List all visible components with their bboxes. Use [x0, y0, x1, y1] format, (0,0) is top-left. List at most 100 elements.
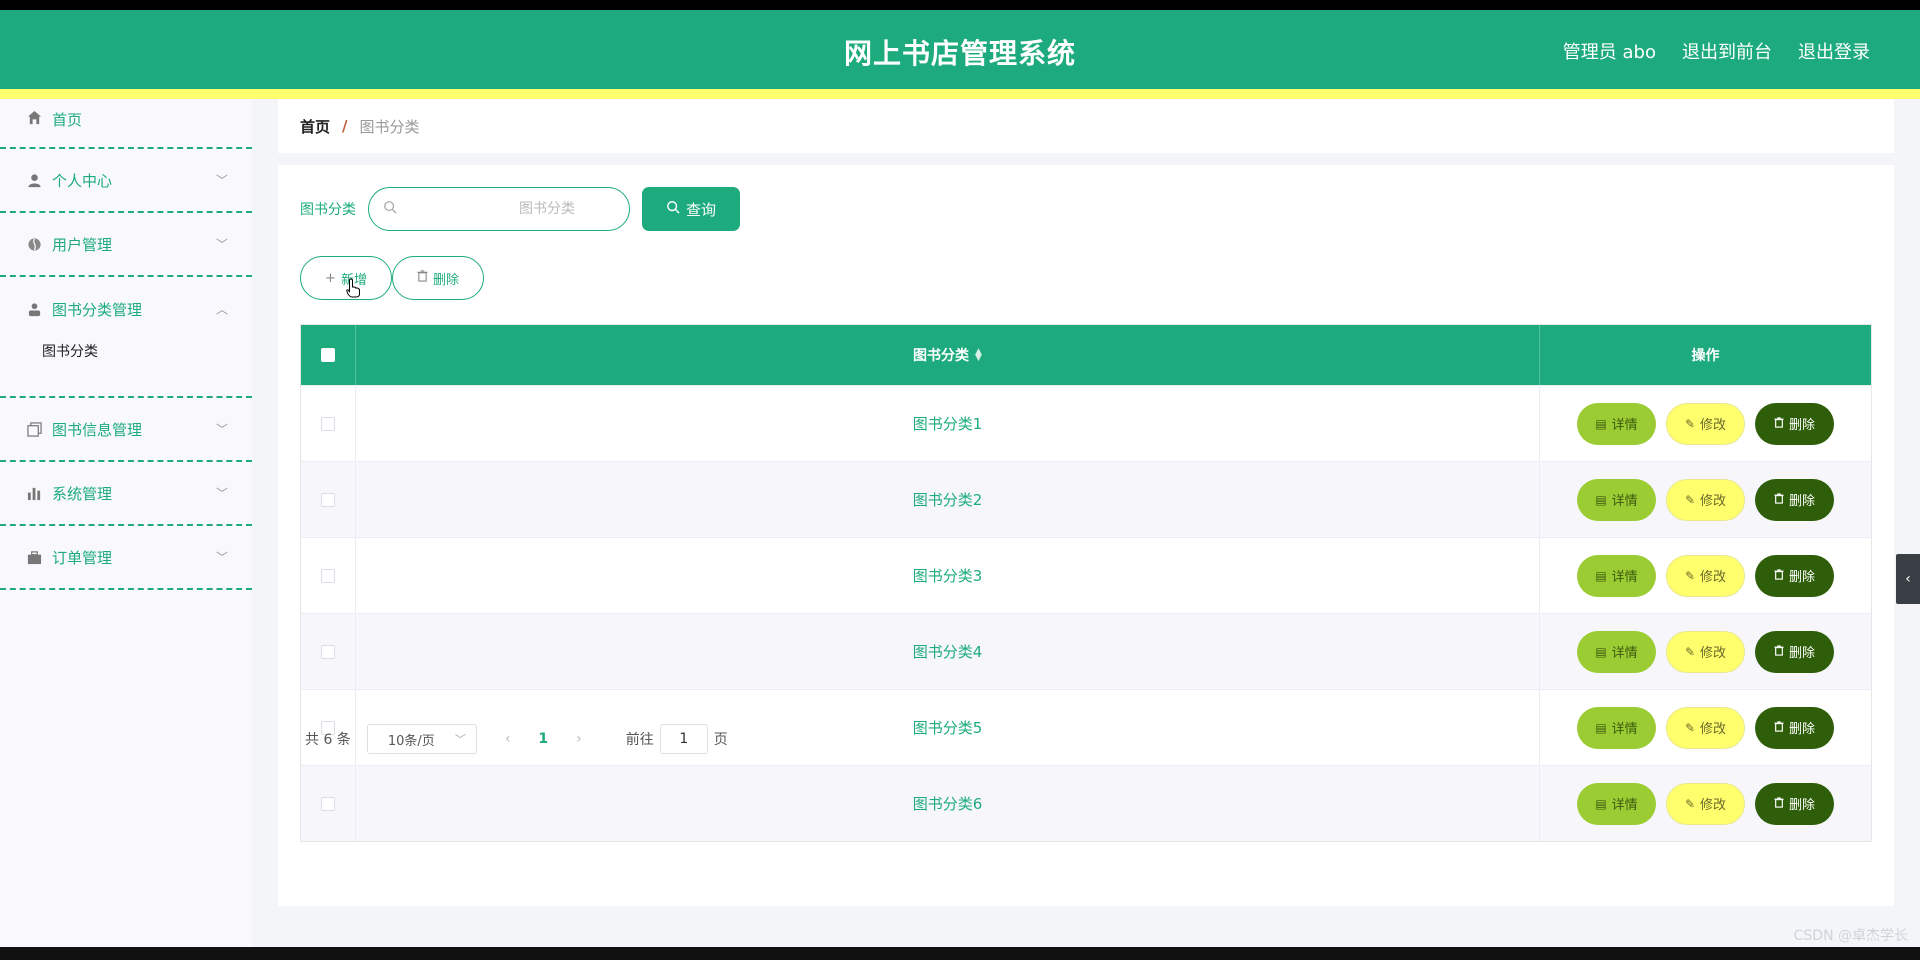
sidebar-item-home[interactable]: 首页 [0, 99, 252, 149]
collapse-toggle-icon[interactable]: ‹ [1896, 554, 1920, 604]
row-actions: ▤ 详情 ✎ 修改 删除 [1540, 538, 1871, 613]
batch-delete-button[interactable]: 删除 [392, 256, 484, 300]
sidebar-item-label: 个人中心 [52, 171, 113, 190]
row-actions: ▤ 详情 ✎ 修改 删除 [1540, 614, 1871, 689]
detail-button[interactable]: ▤ 详情 [1577, 630, 1656, 673]
page-body: 首页 个人中心 ﹀ 用户管理 ﹀ 图书分类管理 ︿ 图书分类 图书信息管理 ﹀ … [0, 99, 1920, 947]
main-content: 首页 / 图书分类 图书分类 查询 [252, 99, 1920, 947]
page-size-select[interactable]: 10条/页 ﹀ [366, 724, 477, 754]
edit-button[interactable]: ✎ 修改 [1666, 782, 1745, 825]
edit-button[interactable]: ✎ 修改 [1666, 478, 1745, 521]
sidebar-item-label: 用户管理 [52, 235, 113, 254]
search-input[interactable] [405, 201, 595, 217]
search-box[interactable] [368, 187, 630, 231]
sort-icon[interactable]: ▲ ▼ [975, 348, 982, 363]
row-check-cell [301, 462, 356, 537]
edit-button[interactable]: ✎ 修改 [1666, 402, 1745, 445]
sidebar-item-book-info-management[interactable]: 图书信息管理 ﹀ [0, 398, 252, 462]
document-icon: ▤ [1595, 644, 1607, 659]
chevron-down-icon: ﹀ [215, 550, 228, 565]
sidebar-item-user-management[interactable]: 用户管理 ﹀ [0, 213, 252, 277]
sidebar-item-personal-center[interactable]: 个人中心 ﹀ [0, 149, 252, 213]
select-all-cell [301, 325, 356, 385]
next-page-icon[interactable]: › [576, 731, 582, 747]
detail-button-label: 详情 [1611, 722, 1638, 737]
admin-user-link[interactable]: 管理员 abo [1563, 38, 1656, 64]
page-size-value: 10条/页 [387, 733, 435, 749]
edit-button[interactable]: ✎ 修改 [1666, 706, 1745, 749]
query-button[interactable]: 查询 [642, 187, 740, 231]
content-card: 图书分类 查询 + 新增 [278, 165, 1894, 906]
delete-button[interactable]: 删除 [1755, 706, 1834, 749]
delete-button-label: 删除 [1788, 722, 1815, 737]
delete-button[interactable]: 删除 [1755, 402, 1834, 445]
pencil-icon: ✎ [1684, 720, 1696, 735]
exit-to-frontend-link[interactable]: 退出到前台 [1682, 38, 1772, 64]
delete-button[interactable]: 删除 [1755, 782, 1834, 825]
delete-button-label: 删除 [1788, 646, 1815, 661]
home-icon [26, 109, 42, 125]
select-all-checkbox[interactable] [321, 348, 335, 362]
trash-icon [1774, 568, 1784, 583]
header-stripe [0, 89, 1920, 99]
trash-icon [417, 270, 428, 286]
chevron-down-icon: ﹀ [215, 173, 228, 188]
header-links: 管理员 abo 退出到前台 退出登录 [1563, 38, 1870, 64]
query-button-label: 查询 [685, 200, 716, 219]
delete-button-label: 删除 [1788, 418, 1815, 433]
pencil-icon: ✎ [1684, 416, 1696, 431]
trash-icon [1774, 416, 1784, 431]
table-row: 图书分类4 ▤ 详情 ✎ 修改 删除 [301, 613, 1871, 689]
column-header-category[interactable]: 图书分类 ▲ ▼ [356, 325, 1540, 385]
detail-button[interactable]: ▤ 详情 [1577, 706, 1656, 749]
sidebar-item-system-management[interactable]: 系统管理 ﹀ [0, 462, 252, 526]
category-cell: 图书分类2 [356, 462, 1540, 537]
search-icon [666, 200, 680, 218]
sidebar-item-category-management[interactable]: 图书分类管理 ︿ [0, 277, 252, 341]
sidebar-subitem-book-category[interactable]: 图书分类 [0, 341, 252, 396]
breadcrumb-separator: / [342, 117, 348, 135]
pagination: 共 6 条 10条/页 ﹀ ‹ 1 › 前往 页 [305, 724, 728, 754]
detail-button-label: 详情 [1611, 646, 1638, 661]
edit-button-label: 修改 [1700, 494, 1727, 509]
row-check-cell [301, 538, 356, 613]
chevron-down-icon: ﹀ [454, 733, 466, 746]
page-number[interactable]: 1 [538, 731, 548, 747]
prev-page-icon[interactable]: ‹ [505, 731, 511, 747]
breadcrumb-home[interactable]: 首页 [300, 116, 330, 137]
detail-button[interactable]: ▤ 详情 [1577, 554, 1656, 597]
delete-button[interactable]: 删除 [1755, 478, 1834, 521]
search-bar: 图书分类 查询 [300, 187, 740, 231]
detail-button[interactable]: ▤ 详情 [1577, 478, 1656, 521]
edit-button-label: 修改 [1700, 722, 1727, 737]
top-header: 网上书店管理系统 管理员 abo 退出到前台 退出登录 [0, 10, 1920, 89]
row-checkbox[interactable] [321, 492, 335, 507]
detail-button[interactable]: ▤ 详情 [1577, 402, 1656, 445]
row-actions: ▤ 详情 ✎ 修改 删除 [1540, 690, 1871, 765]
row-checkbox[interactable] [321, 416, 335, 431]
logout-link[interactable]: 退出登录 [1798, 38, 1870, 64]
sidebar-item-order-management[interactable]: 订单管理 ﹀ [0, 526, 252, 590]
row-actions: ▤ 详情 ✎ 修改 删除 [1540, 386, 1871, 461]
document-icon: ▤ [1595, 720, 1607, 735]
detail-button[interactable]: ▤ 详情 [1577, 782, 1656, 825]
detail-button-label: 详情 [1611, 494, 1638, 509]
goto-page-input[interactable] [659, 724, 708, 754]
bar-chart-icon [26, 485, 42, 501]
action-toolbar: + 新增 删除 [300, 256, 484, 300]
edit-button-label: 修改 [1700, 646, 1727, 661]
row-checkbox[interactable] [321, 644, 335, 659]
row-checkbox[interactable] [321, 796, 335, 811]
chevron-up-icon: ︿ [215, 302, 228, 317]
trash-icon [1774, 492, 1784, 507]
search-label: 图书分类 [300, 202, 356, 218]
row-checkbox[interactable] [321, 568, 335, 583]
edit-button[interactable]: ✎ 修改 [1666, 554, 1745, 597]
category-cell: 图书分类4 [356, 614, 1540, 689]
delete-button[interactable]: 删除 [1755, 554, 1834, 597]
watermark: CSDN @卓杰学长 [1793, 928, 1908, 944]
delete-button[interactable]: 删除 [1755, 630, 1834, 673]
column-header-actions: 操作 [1691, 348, 1720, 364]
category-table: 图书分类 ▲ ▼ 操作 图书分类1 ▤ 详情 ✎ 修改 删除 图书分类2 ▤ 详情 ✎ 修改 删除 图书分… [300, 324, 1872, 842]
edit-button[interactable]: ✎ 修改 [1666, 630, 1745, 673]
